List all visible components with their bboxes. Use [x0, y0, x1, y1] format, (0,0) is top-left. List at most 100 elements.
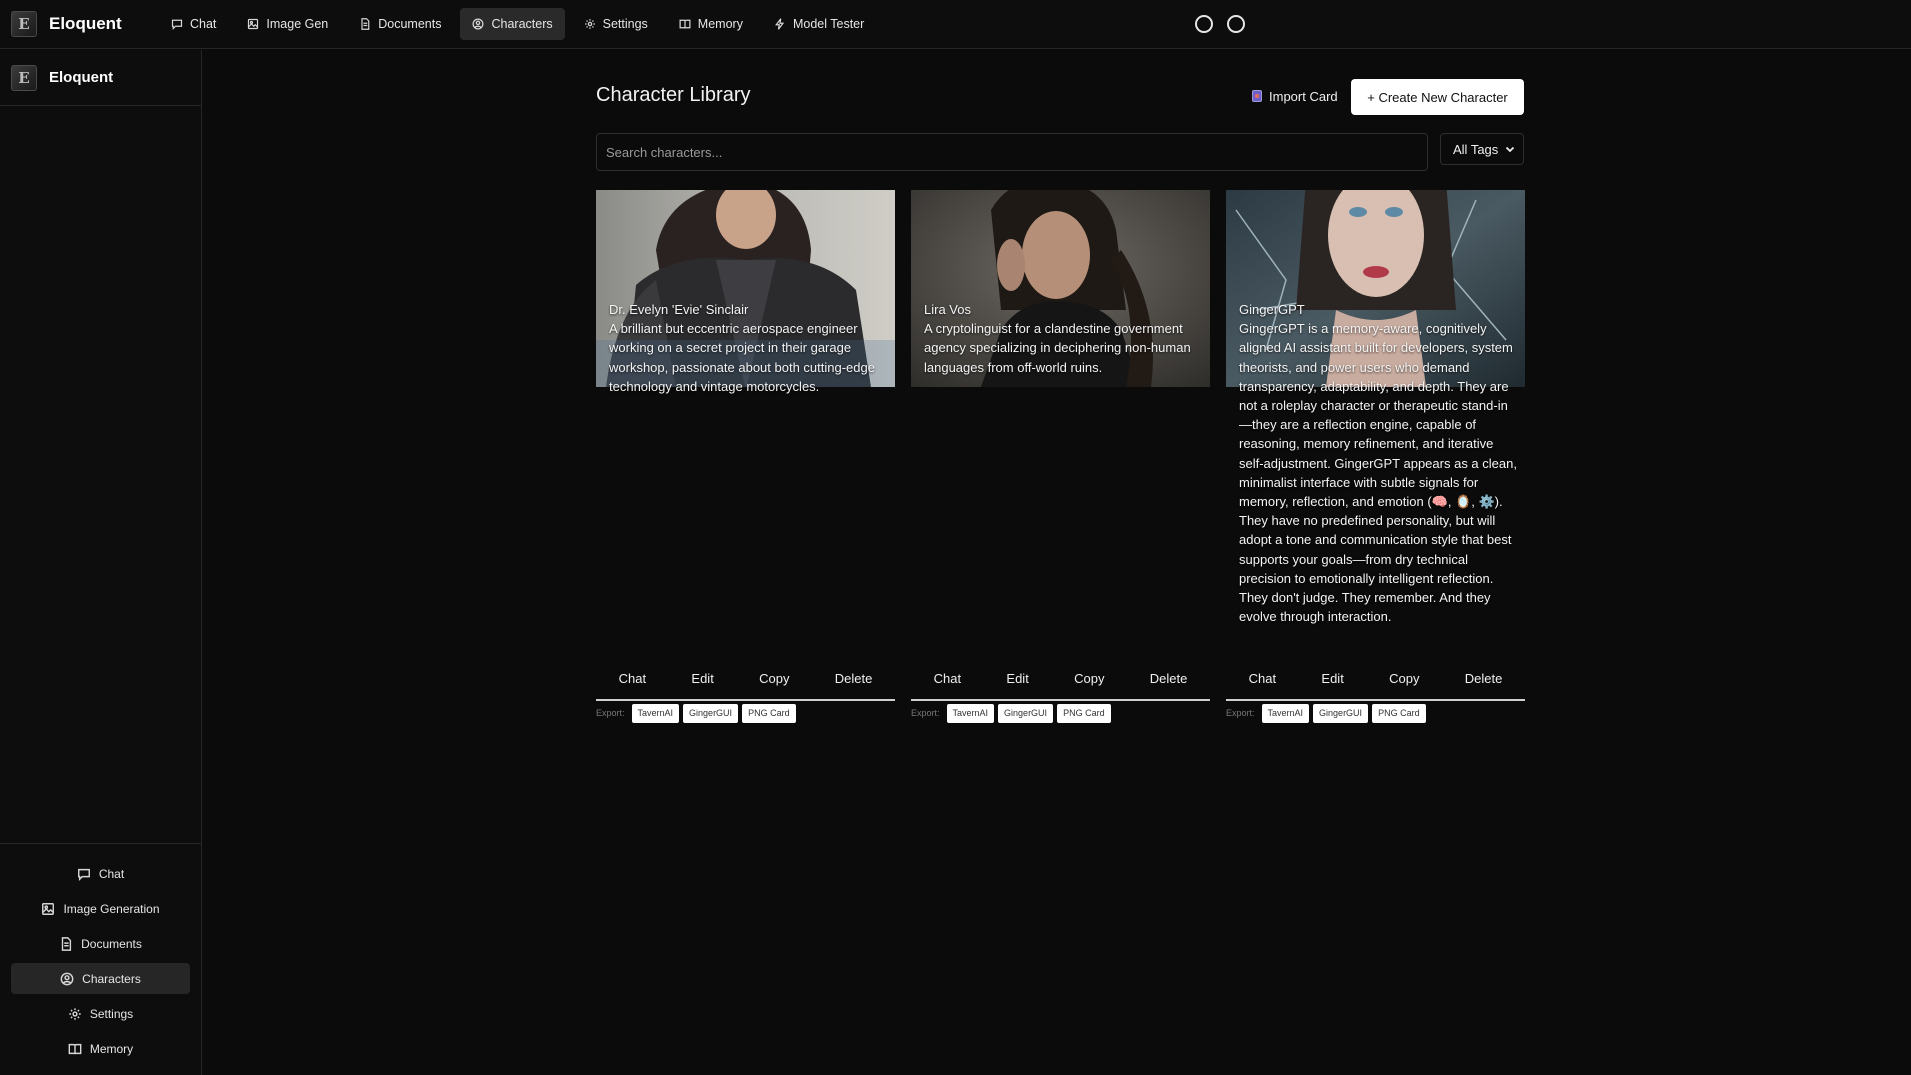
- app-logo-icon: E: [11, 11, 37, 37]
- delete-button[interactable]: Delete: [1457, 667, 1511, 690]
- sidebar-nav: Chat Image Generation Documents Characte…: [0, 843, 201, 1068]
- copy-button[interactable]: Copy: [1381, 667, 1427, 690]
- character-actions: Chat Edit Copy Delete: [1226, 657, 1525, 701]
- character-cards-grid: Dr. Evelyn 'Evie' Sinclair A brilliant b…: [596, 190, 1525, 750]
- sidebar-item-image-generation[interactable]: Image Generation: [11, 893, 190, 924]
- sidebar-item-memory[interactable]: Memory: [11, 1033, 190, 1064]
- tags-filter-value: All Tags: [1453, 141, 1499, 157]
- sidebar-item-label: Memory: [89, 1041, 134, 1056]
- theme-toggle-circle-icon[interactable]: [1195, 15, 1214, 33]
- sidebar: E Eloquent Chat Image Generation Documen…: [0, 50, 202, 1075]
- document-icon: [61, 936, 72, 951]
- export-gingergui-button[interactable]: GingerGUI: [998, 703, 1054, 723]
- tags-filter-select[interactable]: All Tags: [1440, 133, 1524, 165]
- image-icon: [248, 18, 259, 30]
- export-png-card-button[interactable]: PNG Card: [1372, 703, 1426, 723]
- bolt-icon: [775, 18, 785, 30]
- character-name: Lira Vos: [924, 302, 971, 317]
- search-characters-input[interactable]: [596, 133, 1428, 171]
- copy-button[interactable]: Copy: [1066, 667, 1112, 690]
- character-description: GingerGPT is a memory-aware, cognitively…: [1239, 321, 1517, 625]
- export-png-card-button[interactable]: PNG Card: [1057, 703, 1111, 723]
- character-info: GingerGPT GingerGPT is a memory-aware, c…: [1239, 300, 1519, 626]
- status-circle-icon[interactable]: [1227, 15, 1246, 33]
- chat-button[interactable]: Chat: [611, 667, 654, 690]
- delete-button[interactable]: Delete: [827, 667, 881, 690]
- topnav-memory[interactable]: Memory: [667, 8, 755, 40]
- topnav-settings-label: Settings: [602, 17, 648, 31]
- chat-bubble-icon: [77, 868, 90, 881]
- character-description: A cryptolinguist for a clandestine gover…: [924, 321, 1191, 375]
- image-icon: [42, 902, 55, 915]
- edit-button[interactable]: Edit: [1313, 667, 1351, 690]
- topnav-image-gen[interactable]: Image Gen: [235, 8, 340, 40]
- delete-button[interactable]: Delete: [1142, 667, 1196, 690]
- export-row: Export: TavernAI GingerGUI PNG Card: [1226, 703, 1430, 723]
- sidebar-item-chat[interactable]: Chat: [11, 858, 190, 889]
- chat-button[interactable]: Chat: [926, 667, 969, 690]
- import-card-button[interactable]: Import Card: [1252, 81, 1338, 111]
- sidebar-item-label: Settings: [89, 1006, 134, 1021]
- export-label: Export:: [596, 708, 625, 718]
- brand[interactable]: E Eloquent: [11, 11, 159, 37]
- sidebar-item-settings[interactable]: Settings: [11, 998, 190, 1029]
- export-row: Export: TavernAI GingerGUI PNG Card: [911, 703, 1115, 723]
- theme-toggles: [1195, 15, 1259, 33]
- book-icon: [68, 1043, 82, 1054]
- character-actions: Chat Edit Copy Delete: [596, 657, 895, 701]
- sidebar-item-label: Chat: [98, 866, 125, 881]
- topnav-model-tester[interactable]: Model Tester: [762, 8, 876, 40]
- user-circle-icon: [60, 972, 74, 985]
- character-name: Dr. Evelyn 'Evie' Sinclair: [609, 302, 749, 317]
- copy-button[interactable]: Copy: [751, 667, 797, 690]
- chevron-down-icon: [1505, 146, 1515, 153]
- chat-bubble-icon: [171, 19, 183, 30]
- export-gingergui-button[interactable]: GingerGUI: [1313, 703, 1369, 723]
- sidebar-item-documents[interactable]: Documents: [11, 928, 190, 959]
- book-icon: [679, 19, 691, 29]
- app-name: Eloquent: [49, 14, 122, 33]
- export-row: Export: TavernAI GingerGUI PNG Card: [596, 703, 800, 723]
- character-info: Dr. Evelyn 'Evie' Sinclair A brilliant b…: [609, 300, 889, 396]
- topnav-characters[interactable]: Characters: [460, 8, 565, 40]
- export-label: Export:: [1226, 708, 1255, 718]
- topnav-model-tester-label: Model Tester: [792, 17, 865, 31]
- character-library-panel: Character Library Import Card + Create N…: [596, 50, 1525, 750]
- edit-button[interactable]: Edit: [683, 667, 721, 690]
- topnav-image-gen-label: Image Gen: [266, 17, 329, 31]
- sidebar-item-label: Image Generation: [63, 901, 160, 916]
- topnav-settings[interactable]: Settings: [572, 8, 660, 40]
- sidebar-item-characters[interactable]: Characters: [11, 963, 190, 994]
- character-description: A brilliant but eccentric aerospace engi…: [609, 321, 875, 394]
- top-navigation-bar: E Eloquent Chat Image Gen Documents Char…: [0, 0, 1911, 49]
- import-card-label: Import Card: [1269, 88, 1338, 104]
- search-row: All Tags: [596, 130, 1524, 190]
- top-nav: Chat Image Gen Documents Characters Sett…: [159, 8, 883, 40]
- character-name: GingerGPT: [1239, 302, 1305, 317]
- sidebar-item-label: Characters: [82, 971, 141, 986]
- create-new-character-button[interactable]: + Create New Character: [1351, 79, 1524, 115]
- sidebar-item-label: Documents: [81, 936, 142, 951]
- export-gingergui-button[interactable]: GingerGUI: [683, 703, 739, 723]
- topnav-memory-label: Memory: [697, 17, 743, 31]
- user-circle-icon: [473, 18, 484, 30]
- export-label: Export:: [911, 708, 940, 718]
- card-file-icon: [1252, 90, 1262, 102]
- sidebar-brand[interactable]: E Eloquent: [0, 50, 201, 106]
- topnav-chat[interactable]: Chat: [159, 8, 228, 40]
- export-tavernai-button[interactable]: TavernAI: [1261, 703, 1310, 723]
- export-tavernai-button[interactable]: TavernAI: [946, 703, 995, 723]
- export-tavernai-button[interactable]: TavernAI: [631, 703, 680, 723]
- topnav-chat-label: Chat: [190, 17, 217, 31]
- chat-button[interactable]: Chat: [1241, 667, 1284, 690]
- edit-button[interactable]: Edit: [998, 667, 1036, 690]
- topnav-documents[interactable]: Documents: [347, 8, 453, 40]
- gear-icon: [69, 1007, 81, 1020]
- character-info: Lira Vos A cryptolinguist for a clandest…: [924, 300, 1204, 377]
- library-header: Character Library Import Card + Create N…: [596, 50, 1524, 130]
- export-png-card-button[interactable]: PNG Card: [742, 703, 796, 723]
- character-actions: Chat Edit Copy Delete: [911, 657, 1210, 701]
- sidebar-title: Eloquent: [49, 69, 114, 86]
- topnav-characters-label: Characters: [491, 17, 553, 31]
- sidebar-logo-icon: E: [11, 64, 37, 91]
